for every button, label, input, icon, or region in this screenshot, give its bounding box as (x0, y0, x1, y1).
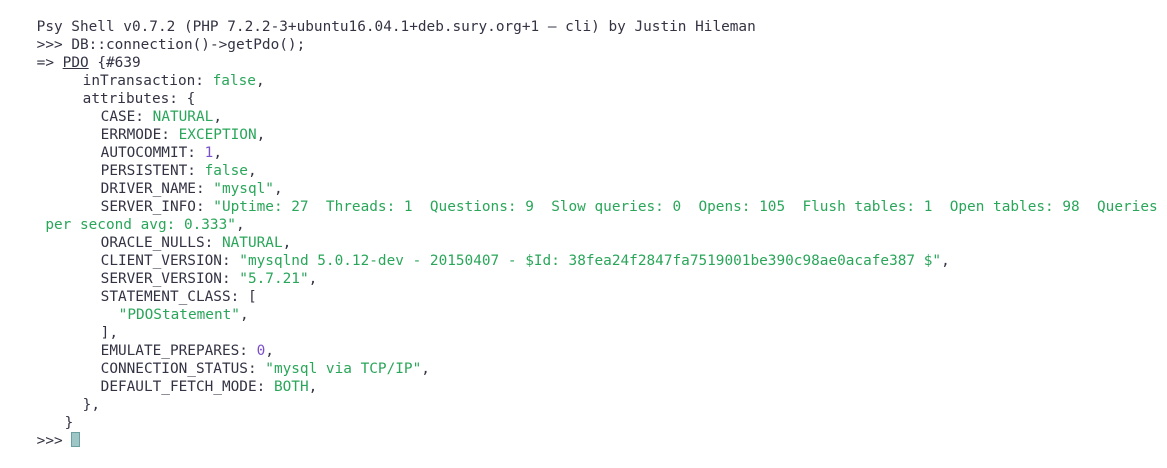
attr-case: CASE: NATURAL, (100, 109, 222, 125)
attr-server-info-wrap: per second avg: 0.333", (36, 217, 245, 233)
terminal-window[interactable]: Psy Shell v0.7.2 (PHP 7.2.2-3+ubuntu16.0… (0, 0, 1167, 449)
attr-key: DEFAULT_FETCH_MODE: (100, 379, 266, 395)
in-transaction-value: false (212, 73, 256, 89)
statement-class-close: ], (66, 306, 118, 341)
object-close: } (30, 396, 74, 431)
text-cursor[interactable] (71, 432, 81, 447)
attr-errmode: ERRMODE: EXCEPTION, (100, 127, 266, 143)
attr-client-version: CLIENT_VERSION: "mysqlnd 5.0.12-dev - 20… (100, 253, 950, 269)
attr-driver-name: DRIVER_NAME: "mysql", (100, 181, 283, 197)
attr-oracle-nulls: ORACLE_NULLS: NATURAL, (100, 235, 292, 251)
attributes-close: }, (48, 378, 100, 413)
attr-autocommit: AUTOCOMMIT: 1, (100, 145, 222, 161)
attr-value: BOTH (273, 379, 309, 395)
attr-server-info: SERVER_INFO: "Uptime: 27 Threads: 1 Ques… (66, 180, 1158, 215)
prompt: >>> (36, 433, 63, 449)
attributes-open: attributes: { (48, 72, 196, 107)
statement-class-item: "PDOStatement", (118, 307, 249, 323)
command-line: >>> DB::connection()->getPdo(); (2, 18, 306, 53)
shell-header: Psy Shell v0.7.2 (PHP 7.2.2-3+ubuntu16.0… (2, 0, 756, 35)
brace-close: }, (82, 397, 100, 413)
attr-value: "mysqlnd 5.0.12-dev - 20150407 - $Id: 38… (239, 253, 942, 269)
attr-connection-status: CONNECTION_STATUS: "mysql via TCP/IP", (100, 361, 430, 377)
attr-persistent: PERSISTENT: false, (100, 163, 257, 179)
attr-value: "PDOStatement" (118, 307, 240, 323)
result-header: => PDO {#639 (2, 36, 141, 71)
attr-server-version: SERVER_VERSION: "5.7.21", (100, 271, 318, 287)
attr-value: "Uptime: 27 Threads: 1 Questions: 9 Slow… (213, 199, 1158, 215)
attr-statement-class: STATEMENT_CLASS: [ (66, 270, 257, 305)
attr-emulate-prepares: EMULATE_PREPARES: 0, (100, 343, 274, 359)
in-transaction-row: inTransaction: false, (82, 73, 265, 89)
input-line[interactable]: >>> (2, 414, 81, 449)
attr-default-fetch-mode: DEFAULT_FETCH_MODE: BOTH, (100, 379, 318, 395)
